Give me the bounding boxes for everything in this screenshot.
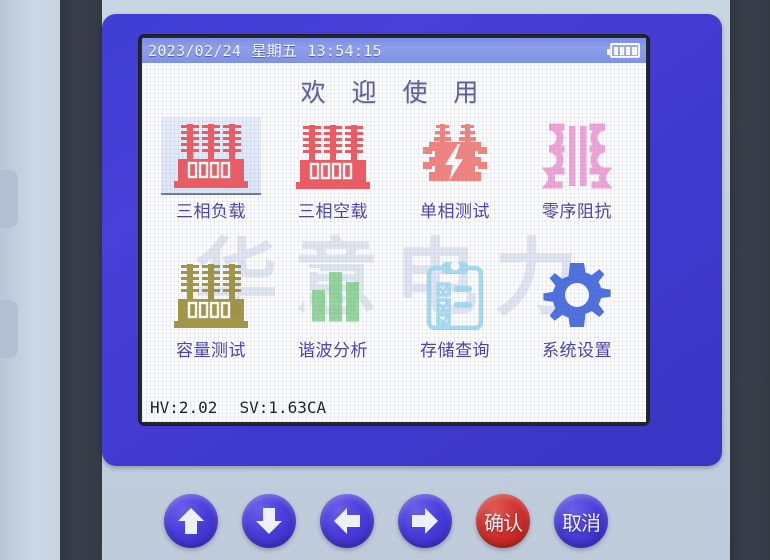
- transformer-icon: [161, 256, 261, 334]
- status-weekday: 星期五: [251, 42, 298, 60]
- menu-item-storage-query[interactable]: 存储查询: [394, 252, 516, 391]
- version-bar: HV:2.02 SV:1.63CA: [142, 392, 646, 422]
- status-time: 13:54:15: [307, 41, 382, 60]
- menu-item-label: 系统设置: [542, 340, 612, 361]
- lcd-display: 2023/02/24 星期五 13:54:15 欢 迎 使 用 华意电力 三相负…: [142, 38, 646, 422]
- down-arrow-key[interactable]: [242, 494, 296, 548]
- clipboard-checklist-icon: [405, 256, 505, 334]
- winding-coil-icon: [527, 117, 627, 195]
- menu-item-single-phase-test[interactable]: 单相测试: [394, 113, 516, 252]
- status-date: 2023/02/24: [148, 41, 242, 60]
- software-version: SV:1.63CA: [239, 397, 327, 417]
- menu-item-label: 零序阻抗: [542, 202, 612, 222]
- arrow-right-icon: [412, 508, 438, 534]
- device-left-grip: [60, 0, 102, 560]
- menu-item-three-phase-no-load[interactable]: 三相空载: [272, 113, 394, 252]
- menu-item-label: 容量测试: [176, 340, 246, 361]
- up-arrow-key[interactable]: [164, 494, 218, 548]
- menu-item-label: 三相负载: [176, 202, 246, 222]
- device-right-grip: [730, 0, 770, 560]
- menu-item-label: 谐波分析: [298, 340, 368, 361]
- cancel-key-label: 取消: [562, 510, 601, 535]
- screen-bezel: 2023/02/24 星期五 13:54:15 欢 迎 使 用 华意电力 三相负…: [102, 14, 722, 466]
- device-left-edge: [0, 0, 60, 560]
- arrow-down-icon: [256, 508, 282, 534]
- transformer-icon: [161, 117, 261, 195]
- confirm-key[interactable]: 确认: [476, 494, 530, 548]
- menu-item-zero-sequence-impedance[interactable]: 零序阻抗: [516, 113, 638, 252]
- status-bar: 2023/02/24 星期五 13:54:15: [142, 38, 646, 63]
- left-arrow-key[interactable]: [320, 494, 374, 548]
- menu-item-three-phase-load[interactable]: 三相负载: [150, 113, 272, 252]
- menu-item-label: 三相空载: [298, 202, 368, 222]
- gear-icon: [527, 256, 627, 334]
- cancel-key[interactable]: 取消: [554, 494, 608, 548]
- page-title: 欢 迎 使 用: [300, 78, 488, 107]
- menu-item-label: 存储查询: [420, 340, 490, 361]
- device-notch: [0, 300, 18, 358]
- device-notch: [0, 170, 18, 228]
- keypad: 确认 取消: [102, 486, 722, 556]
- menu-item-harmonic-analysis[interactable]: 谐波分析: [272, 252, 394, 391]
- menu-item-system-settings[interactable]: 系统设置: [516, 252, 638, 391]
- main-menu-grid: 三相负载 三相空载 单相测试 零序阻抗 容量测试 谐波分析 存储查询 系统设置: [142, 113, 646, 392]
- bar-chart-icon: [283, 256, 383, 334]
- arrow-left-icon: [334, 508, 360, 534]
- battery-icon: [607, 43, 640, 58]
- arrow-up-icon: [178, 508, 204, 534]
- transformer-icon: [283, 117, 383, 195]
- right-arrow-key[interactable]: [398, 494, 452, 548]
- menu-item-capacity-test[interactable]: 容量测试: [150, 252, 272, 391]
- screen-frame: 2023/02/24 星期五 13:54:15 欢 迎 使 用 华意电力 三相负…: [138, 34, 650, 426]
- menu-item-label: 单相测试: [420, 202, 490, 222]
- confirm-key-label: 确认: [484, 510, 523, 535]
- device-chassis: 2023/02/24 星期五 13:54:15 欢 迎 使 用 华意电力 三相负…: [0, 0, 770, 560]
- hardware-version: HV:2.02: [150, 397, 218, 417]
- single-phase-bolt-icon: [405, 117, 505, 195]
